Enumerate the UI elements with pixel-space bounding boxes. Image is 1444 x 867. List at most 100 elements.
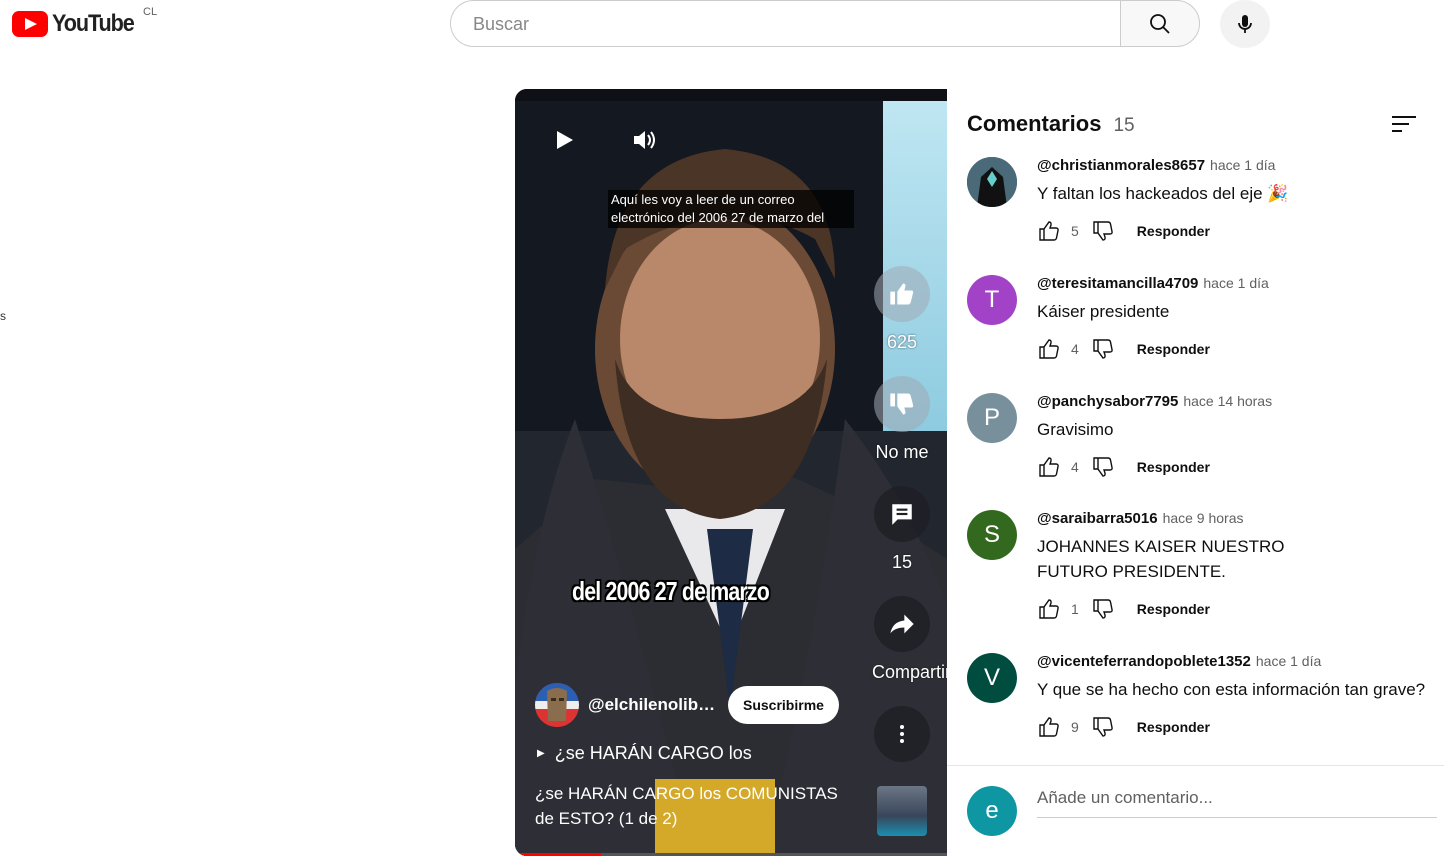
moai-avatar-icon — [535, 683, 579, 727]
channel-avatar[interactable] — [535, 683, 579, 727]
like-icon[interactable] — [1037, 219, 1061, 243]
comment-like-count: 4 — [1071, 459, 1079, 475]
comment-time[interactable]: hace 14 horas — [1183, 393, 1272, 409]
progress-fill — [515, 853, 602, 856]
comment-time[interactable]: hace 1 día — [1210, 157, 1275, 173]
video-title[interactable]: ¿se HARÁN CARGO los COMUNISTAS de ESTO? … — [535, 781, 845, 831]
thumbs-up-icon — [890, 283, 914, 305]
comment-text: JOHANNES KAISER NUESTRO FUTURO PRESIDENT… — [1037, 537, 1285, 581]
search-input[interactable] — [471, 13, 1095, 36]
dislike-action[interactable]: No me — [872, 376, 932, 463]
search-icon — [1150, 13, 1170, 34]
share-icon — [890, 614, 914, 634]
comment-avatar[interactable]: V — [967, 653, 1017, 703]
like-icon[interactable] — [1037, 715, 1061, 739]
dislike-button[interactable] — [874, 376, 930, 432]
channel-row: @elchilenolibe... Suscribirme — [535, 683, 839, 727]
share-label: Compartir — [872, 662, 947, 682]
avatar-initial: V — [983, 664, 1000, 691]
thumbs-down-icon — [890, 393, 914, 415]
add-comment-input[interactable] — [1037, 788, 1437, 818]
comment-avatar[interactable]: S — [967, 510, 1017, 560]
like-icon[interactable] — [1037, 597, 1061, 621]
avatar-initial: S — [983, 521, 1000, 548]
search-box — [450, 0, 1120, 47]
more-vertical-icon — [900, 725, 904, 743]
next-video-thumbnail[interactable] — [877, 786, 927, 836]
playlist-label: ¿se HARÁN CARGO los — [554, 743, 752, 763]
dislike-icon[interactable] — [1091, 337, 1115, 361]
shorts-video-player[interactable]: Aquí les voy a leer de un correo electró… — [515, 89, 947, 856]
volume-icon[interactable] — [631, 127, 659, 153]
avatar-initial: P — [983, 404, 1000, 431]
comment-author[interactable]: @teresitamancilla4709 — [1037, 275, 1198, 292]
dislike-icon[interactable] — [1091, 597, 1115, 621]
share-button[interactable] — [874, 596, 930, 652]
reply-button[interactable]: Responder — [1137, 459, 1210, 475]
comments-divider — [947, 765, 1444, 766]
closed-caption: Aquí les voy a leer de un correo electró… — [608, 190, 854, 228]
video-progress-bar[interactable] — [515, 853, 947, 856]
playlist-triangle-icon: ▶ — [537, 748, 545, 759]
more-action[interactable] — [872, 706, 932, 762]
voice-search-button[interactable] — [1220, 0, 1270, 48]
comment-avatar-image — [967, 157, 1017, 207]
comment-icon — [892, 504, 912, 525]
comment-count: 15 — [891, 552, 913, 572]
avatar-initial: T — [984, 286, 1000, 313]
comment-author[interactable]: @christianmorales8657 — [1037, 157, 1205, 174]
search-button[interactable] — [1120, 0, 1200, 47]
comments-count: 15 — [1113, 115, 1135, 136]
logo-text: YouTube — [52, 10, 135, 37]
comment-text: Gravisimo — [1037, 420, 1114, 439]
youtube-play-icon — [12, 11, 48, 37]
comment-like-count: 9 — [1071, 719, 1079, 735]
comment-text: Y faltan los hackeados del eje 🎉 — [1037, 184, 1289, 203]
reply-button[interactable]: Responder — [1137, 719, 1210, 735]
sort-icon[interactable] — [1392, 114, 1416, 134]
like-icon[interactable] — [1037, 455, 1061, 479]
dislike-icon[interactable] — [1091, 455, 1115, 479]
dislike-label: No me — [875, 442, 929, 462]
comment-avatar[interactable]: P — [967, 393, 1017, 443]
like-count: 625 — [886, 332, 918, 352]
current-user-avatar: e — [967, 786, 1017, 836]
youtube-logo[interactable]: YouTube CL — [12, 6, 157, 38]
comment-author[interactable]: @saraibarra5016 — [1037, 510, 1158, 527]
comment-avatar[interactable]: T — [967, 275, 1017, 325]
dislike-icon[interactable] — [1091, 219, 1115, 243]
sidebar-text-fragment: s — [0, 309, 6, 323]
comments-action[interactable]: 15 — [872, 486, 932, 573]
like-action[interactable]: 625 — [872, 266, 932, 353]
playlist-link[interactable]: ▶ ¿se HARÁN CARGO los — [537, 743, 752, 764]
country-code: CL — [143, 6, 158, 18]
comment-text: Y que se ha hecho con esta información t… — [1037, 680, 1426, 699]
comment-avatar[interactable] — [967, 157, 1017, 207]
more-options-button[interactable] — [874, 706, 930, 762]
comments-title: Comentarios — [967, 111, 1102, 136]
comment-author[interactable]: @vicenteferrandopoblete1352 — [1037, 653, 1251, 670]
video-top-bar — [515, 89, 947, 101]
subscribe-button[interactable]: Suscribirme — [728, 686, 839, 724]
comment-author[interactable]: @panchysabor7795 — [1037, 393, 1178, 410]
reply-button[interactable]: Responder — [1137, 223, 1210, 239]
like-button[interactable] — [874, 266, 930, 322]
reply-button[interactable]: Responder — [1137, 341, 1210, 357]
share-action[interactable]: Compartir — [872, 596, 947, 683]
comments-panel: Comentarios 15 @christianmorales8657 hace… — [947, 89, 1444, 856]
burned-subtitle: del 2006 27 de marzo — [572, 576, 770, 606]
comments-button[interactable] — [874, 486, 930, 542]
comments-header: Comentarios 15 — [967, 111, 1135, 137]
comment-like-count: 4 — [1071, 341, 1079, 357]
dislike-icon[interactable] — [1091, 715, 1115, 739]
channel-name[interactable]: @elchilenolibe... — [588, 695, 718, 715]
comment-like-count: 5 — [1071, 223, 1079, 239]
comment-time[interactable]: hace 9 horas — [1163, 510, 1244, 526]
play-icon[interactable] — [553, 129, 575, 151]
reply-button[interactable]: Responder — [1137, 601, 1210, 617]
comment-text: Káiser presidente — [1037, 302, 1170, 321]
comment-time[interactable]: hace 1 día — [1256, 653, 1321, 669]
like-icon[interactable] — [1037, 337, 1061, 361]
microphone-icon — [1238, 15, 1252, 33]
comment-time[interactable]: hace 1 día — [1203, 275, 1268, 291]
